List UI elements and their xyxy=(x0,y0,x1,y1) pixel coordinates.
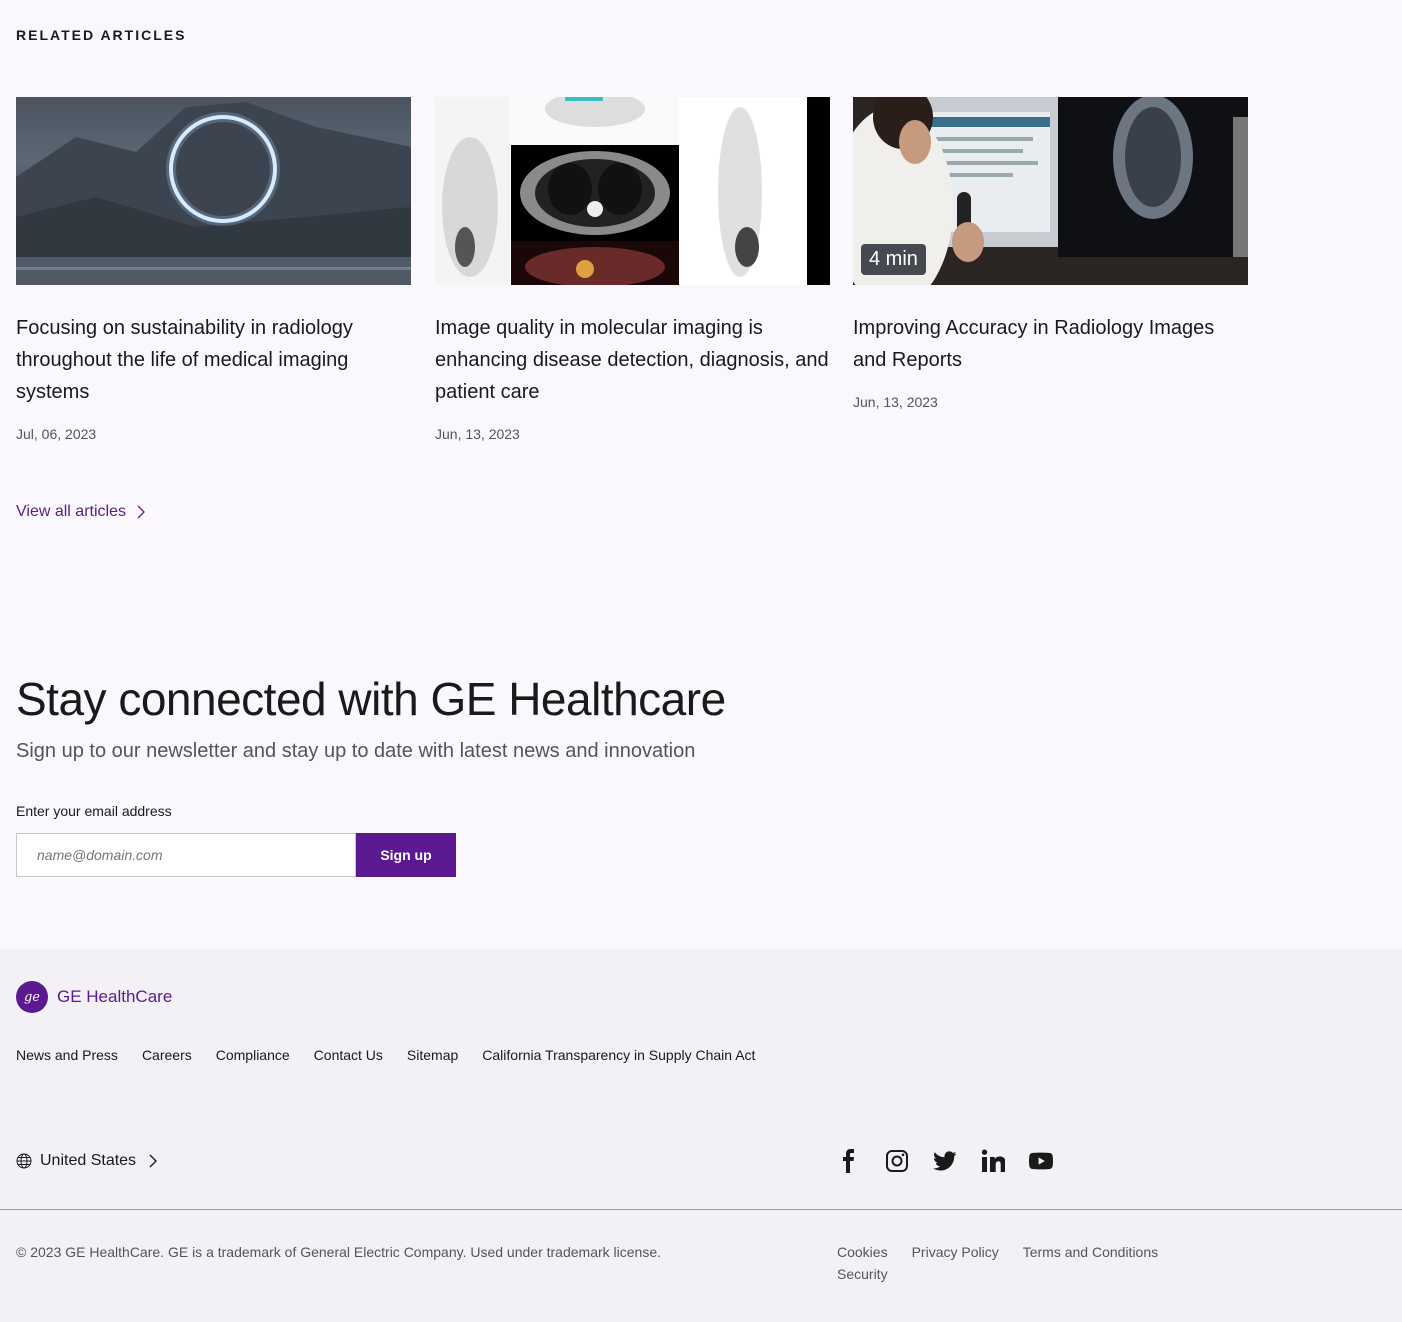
legal-link-privacy-policy[interactable]: Privacy Policy xyxy=(912,1244,999,1260)
newsletter-title: Stay connected with GE Healthcare xyxy=(16,673,726,725)
view-all-label: View all articles xyxy=(16,503,126,520)
social-links xyxy=(837,1148,1053,1174)
related-articles-heading: RELATED ARTICLES xyxy=(16,27,187,43)
article-image[interactable] xyxy=(435,97,830,285)
chevron-right-icon xyxy=(149,1154,158,1168)
article-card[interactable]: Image quality in molecular imaging is en… xyxy=(435,97,830,442)
youtube-icon[interactable] xyxy=(1029,1148,1053,1174)
footer-link-california-transparency[interactable]: California Transparency in Supply Chain … xyxy=(482,1047,755,1063)
article-card[interactable]: 4 min Improving Accuracy in Radiology Im… xyxy=(853,97,1248,410)
legal-link-cookies[interactable]: Cookies xyxy=(837,1244,888,1260)
ring-landscape-image xyxy=(16,102,411,285)
article-title[interactable]: Improving Accuracy in Radiology Images a… xyxy=(853,312,1248,376)
region-selector[interactable]: United States xyxy=(16,1152,158,1170)
footer-link-careers[interactable]: Careers xyxy=(142,1047,192,1063)
legal-links: Cookies Privacy Policy Terms and Conditi… xyxy=(837,1244,1197,1282)
logo-text: GE HealthCare xyxy=(57,987,173,1006)
article-date: Jun, 13, 2023 xyxy=(435,426,520,442)
newsletter-subtitle: Sign up to our newsletter and stay up to… xyxy=(16,740,696,762)
linkedin-icon[interactable] xyxy=(981,1148,1005,1174)
footer: ge GE HealthCare News and Press Careers … xyxy=(0,949,1402,1322)
article-date: Jun, 13, 2023 xyxy=(853,394,938,410)
article-image[interactable]: 4 min xyxy=(853,97,1248,285)
email-label: Enter your email address xyxy=(16,803,172,819)
email-input[interactable] xyxy=(16,833,356,877)
article-title[interactable]: Focusing on sustainability in radiology … xyxy=(16,312,411,408)
copyright-text: © 2023 GE HealthCare. GE is a trademark … xyxy=(16,1244,662,1260)
footer-link-compliance[interactable]: Compliance xyxy=(216,1047,290,1063)
instagram-icon[interactable] xyxy=(885,1148,909,1174)
article-date: Jul, 06, 2023 xyxy=(16,426,97,442)
signup-button[interactable]: Sign up xyxy=(356,833,456,877)
ge-healthcare-logo[interactable]: ge GE HealthCare xyxy=(16,981,172,1013)
article-image[interactable] xyxy=(16,97,411,285)
legal-link-security[interactable]: Security xyxy=(837,1266,888,1282)
article-title[interactable]: Image quality in molecular imaging is en… xyxy=(435,312,830,408)
chevron-right-icon xyxy=(137,505,145,519)
globe-icon xyxy=(16,1153,32,1169)
twitter-icon[interactable] xyxy=(933,1148,957,1174)
read-time-badge: 4 min xyxy=(861,244,926,275)
view-all-articles-link[interactable]: View all articles xyxy=(16,503,146,521)
pet-ct-scan-image xyxy=(435,97,830,285)
footer-divider xyxy=(0,1209,1402,1210)
ge-monogram-icon: ge xyxy=(16,981,48,1013)
footer-nav: News and Press Careers Compliance Contac… xyxy=(16,1047,755,1063)
region-label: United States xyxy=(40,1152,137,1169)
article-card[interactable]: Focusing on sustainability in radiology … xyxy=(16,97,411,442)
footer-link-contact-us[interactable]: Contact Us xyxy=(314,1047,383,1063)
footer-link-sitemap[interactable]: Sitemap xyxy=(407,1047,458,1063)
footer-link-news-and-press[interactable]: News and Press xyxy=(16,1047,118,1063)
legal-link-terms-and-conditions[interactable]: Terms and Conditions xyxy=(1023,1244,1158,1260)
facebook-icon[interactable] xyxy=(837,1148,861,1174)
